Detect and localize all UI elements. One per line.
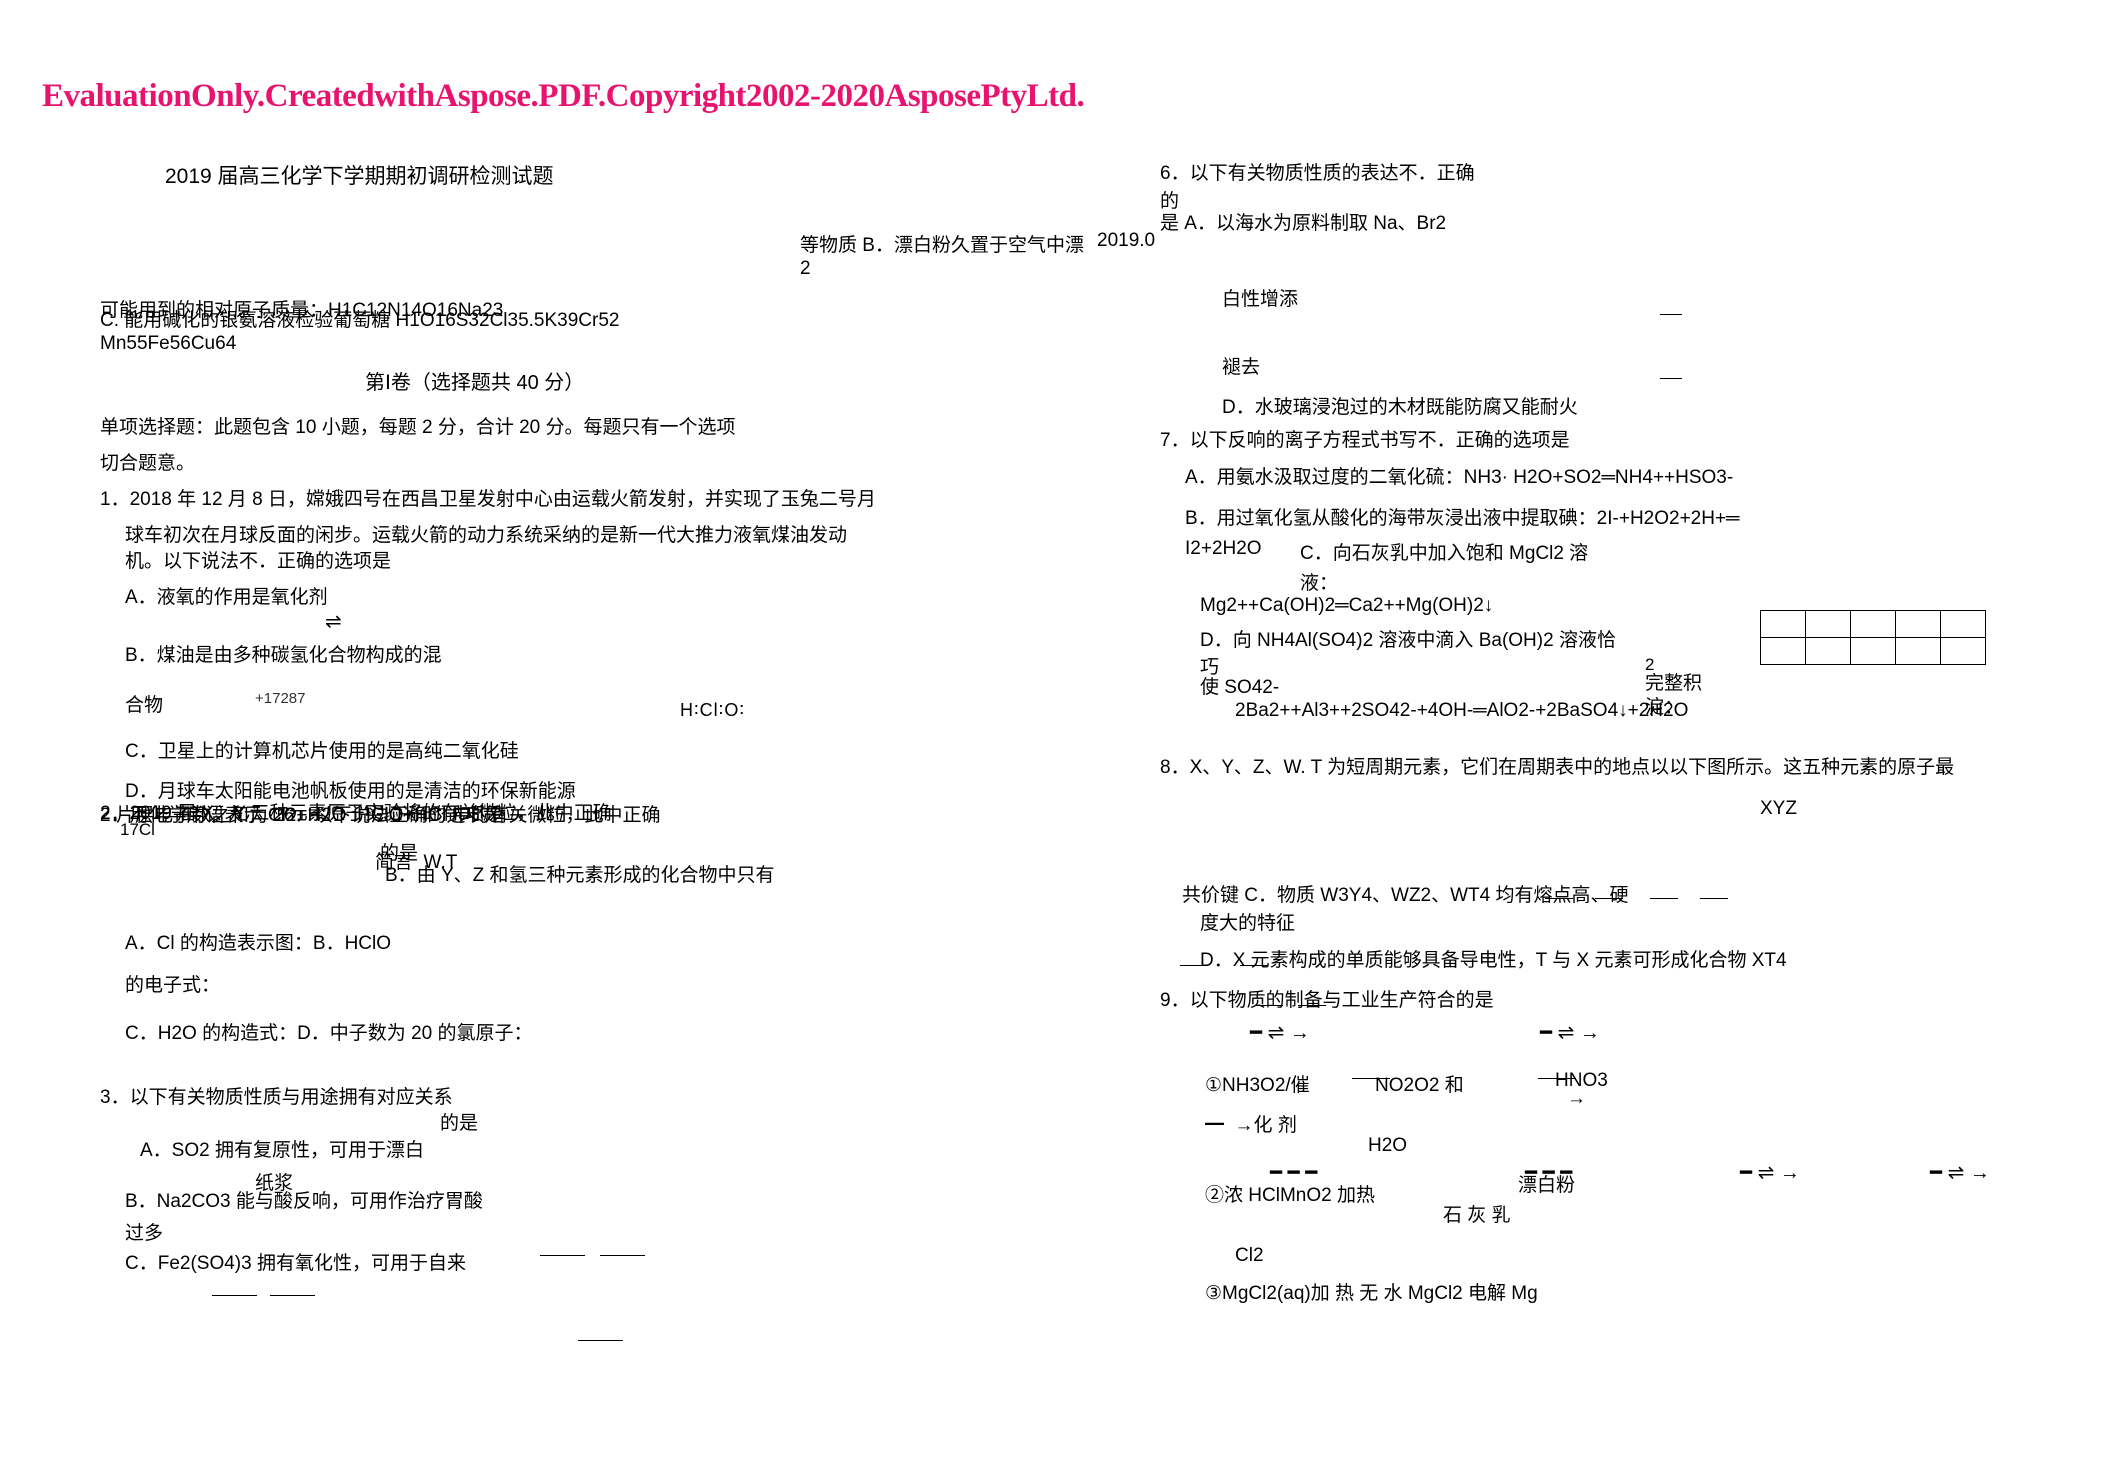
q6-stem-line3: 是 A．以海水为原料制取 Na、Br2 — [1160, 213, 1447, 234]
table-cell — [1940, 610, 1986, 638]
q9-arrow-3: → — [1567, 1088, 1586, 1109]
q8-option-b-overlap: B．由 Y、Z 和氢三种元素形成的化合物中只有 — [385, 865, 775, 886]
q7-option-b: B．用过氧化氢从酸化的海带灰浸出液中提取碘：2I-+H2O2+2H+═ — [1185, 508, 1740, 529]
q7-option-d-complete: 完整积 — [1645, 673, 1703, 694]
q9-stem: 9．以下物质的制备与工业生产符合的是 — [1160, 990, 1494, 1011]
doc-date-fragment-2: 2 — [800, 258, 811, 279]
q1-option-b-cont: 合物 — [125, 695, 164, 716]
equilibrium-arrow-icon: ⇌ — [325, 611, 342, 633]
q6-option-b-left-overlap: 等物质 B．漂白粉久置于空气中漂 — [800, 235, 1084, 256]
table-cell — [1760, 610, 1806, 638]
chlorine-charge-label: +17287 — [255, 690, 306, 707]
q9-line2-d: 漂白粉 — [1518, 1175, 1576, 1196]
q6-stem-line1: 6．以下有关物质性质的表达不．正确 — [1160, 163, 1475, 184]
q8-dash-4 — [1700, 898, 1728, 899]
stray-dash-5 — [578, 1340, 623, 1341]
q7-option-d-eq: 2Ba2++Al3++2SO42-+4OH-═AlO2-+2BaSO4↓+2H2… — [1235, 700, 1689, 721]
q9-line1-e: H2O — [1368, 1135, 1408, 1156]
q8-option-a-cont: 度大的特征 — [1200, 913, 1296, 934]
q9-line2-a: ②浓 HClMnO2 加热 — [1205, 1185, 1375, 1206]
q8-stem: 8．X、Y、Z、W. T 为短周期元素，它们在周期表中的地点以以下图所示。这五种… — [1160, 757, 1955, 778]
q1-stem-line1: 1．2018 年 12 月 8 日，嫦娥四号在西昌卫星发射中心由运载火箭发射，并… — [100, 489, 876, 510]
table-cell — [1760, 637, 1806, 665]
q1-stem-line3: 机。以下说法不．正确的选项是 — [125, 551, 392, 572]
q9-dash-b — [1298, 1005, 1326, 1006]
q1-option-b: B．煤油是由多种碳氢化合物构成的混 — [125, 645, 442, 666]
doc-date-fragment-1: 2019.0 — [1097, 230, 1156, 251]
table-cell — [1805, 610, 1851, 638]
q6-option-c: 褪去 — [1222, 357, 1261, 378]
watermark-text: EvaluationOnly.CreatedwithAspose.PDF.Cop… — [42, 78, 1085, 114]
q9-arrow-2: ━ ⇌ → — [1540, 1022, 1600, 1044]
stray-dash-3 — [212, 1295, 257, 1296]
q9-line1-d: ━ →化 剂 — [1205, 1115, 1297, 1136]
stray-dash-2 — [600, 1255, 645, 1256]
q9-arrow-7: ━ ⇌ → — [1930, 1162, 1990, 1184]
q3-option-b-cont: 过多 — [125, 1223, 164, 1244]
q1-stem-line2: 球车初次在月球反面的闲步。运载火箭的动力系统采纳的是新一代大推力液氧煤油发动 — [125, 525, 848, 546]
instruction-line-2: 切合题意。 — [100, 453, 196, 474]
q3-stem: 3．以下有关物质性质与用途拥有对应关系 — [100, 1087, 453, 1108]
q3-stem-tail: 的是 — [440, 1113, 479, 1134]
q8-option-d: D．X 元素构成的单质能够具备导电性，T 与 X 元素可形成化合物 XT4 — [1200, 950, 1787, 971]
q8-option-a: 共价键 C．物质 W3Y4、WZ2、WT4 均有熔点高、硬 — [1182, 885, 1629, 906]
q9-arrow-1: ━ ⇌ → — [1250, 1022, 1310, 1044]
q8-table-labels-xyz: XYZ — [1760, 798, 1797, 819]
q7-stem: 7．以下反响的离子方程式书写不．正确的选项是 — [1160, 430, 1570, 451]
q9-line1-a: ①NH3O2/催 — [1205, 1075, 1310, 1096]
q9-line2-b: Cl2 — [1235, 1245, 1264, 1266]
cl-isotope-label: 17Cl — [120, 820, 155, 839]
q9-line3-a: ③MgCl2(aq)加 热 无 水 MgCl2 电解 Mg — [1205, 1283, 1538, 1304]
lewis-structure-hclo: H∶Cl∶O∶ — [680, 700, 746, 720]
q9-dash-c — [1352, 1078, 1390, 1079]
q7-option-b-cont: I2+2H2O — [1185, 538, 1262, 559]
q6-option-b-cont: 白性增添 — [1222, 289, 1299, 310]
q7-option-a: A．用氨水汲取过度的二氧化硫：NH3· H2O+SO2═NH4++HSO3- — [1185, 467, 1734, 488]
q7-option-c-cont: 液： — [1300, 573, 1339, 594]
q8-dash-6 — [1240, 965, 1268, 966]
q7-option-d: D．向 NH4Al(SO4)2 溶液中滴入 Ba(OH)2 溶液恰 — [1200, 630, 1616, 651]
stray-dash-4 — [270, 1295, 315, 1296]
q8-dash-1 — [1545, 898, 1573, 899]
q7-option-c-eq: Mg2++Ca(OH)2═Ca2++Mg(OH)2↓ — [1200, 595, 1494, 616]
q9-line2-c: 石 灰 乳 — [1443, 1205, 1511, 1226]
periodic-position-table — [1760, 610, 1986, 665]
q6-option-d: D．水玻璃浸泡过的木材既能防腐又能耐火 — [1222, 397, 1578, 418]
q9-line1-b: NO2O2 和 — [1375, 1075, 1464, 1096]
page-title: 2019 届高三化学下学期期初调研检测试题 — [165, 165, 554, 188]
q3-option-b: B．Na2CO3 能与酸反响，可用作治疗胃酸 — [125, 1191, 483, 1212]
q7-option-d-so4: 使 SO42- — [1200, 677, 1280, 698]
q1-option-c: C．卫星上的计算机芯片使用的是高纯二氧化硅 — [125, 741, 519, 762]
q7-option-c: C．向石灰乳中加入饱和 MgCl2 溶 — [1300, 543, 1589, 564]
q8-dash-3 — [1650, 898, 1678, 899]
q2-stem: 2．用化学用语表示 Cl2+H2O HClO+HCl 中的有关微粒，此中正确 — [100, 805, 661, 826]
q8-dash-5 — [1180, 965, 1208, 966]
q9-dash-d — [1538, 1078, 1576, 1079]
q8-dash-2 — [1595, 898, 1623, 899]
table-cell — [1850, 610, 1896, 638]
q2-option-a: A．Cl 的构造表示图：B．HClO — [125, 933, 392, 954]
atomic-mass-overlap: 可能用到的相对原子质量：H1C12N14O16Na23 — [100, 300, 504, 321]
table-cell — [1895, 610, 1941, 638]
q3-option-c: C．Fe2(SO4)3 拥有氧化性，可用于自来 — [125, 1253, 466, 1274]
q1-option-a: A．液氧的作用是氧化剂 — [125, 587, 328, 608]
table-cell — [1850, 637, 1896, 665]
q9-dash-a — [1255, 1005, 1283, 1006]
stray-dash-1 — [540, 1255, 585, 1256]
q2-option-a-cont: 的电子式： — [125, 975, 221, 996]
table-cell — [1940, 637, 1986, 665]
section-header: 第Ⅰ卷（选择题共 40 分） — [365, 372, 585, 394]
table-cell — [1805, 637, 1851, 665]
q2-option-c: C．H2O 的构造式：D．中子数为 20 的氯原子： — [125, 1023, 533, 1044]
table-cell — [1895, 637, 1941, 665]
instruction-line-1: 单项选择题：此题包含 10 小题，每题 2 分，合计 20 分。每题只有一个选项 — [100, 417, 736, 438]
q9-arrow-6: ━ ⇌ → — [1740, 1162, 1800, 1184]
q6-dash-2 — [1660, 378, 1682, 379]
document-page: EvaluationOnly.CreatedwithAspose.PDF.Cop… — [0, 0, 2112, 1461]
q3-option-a: A．SO2 拥有复原性，可用于漂白 — [140, 1140, 424, 1161]
atomic-mass-line2: Mn55Fe56Cu64 — [100, 333, 237, 354]
q6-dash-1 — [1660, 314, 1682, 315]
